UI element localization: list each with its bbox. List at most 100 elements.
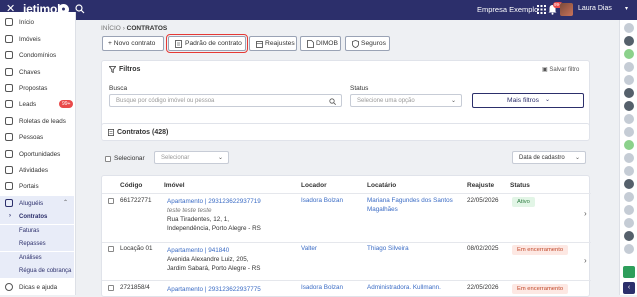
user-avatar[interactable] xyxy=(560,3,573,16)
more-filters-label: Mais filtros xyxy=(507,97,539,104)
shield-icon xyxy=(352,40,359,48)
tenant-link-line1[interactable]: Administradora. Kullmann. xyxy=(367,284,441,293)
sidebar-item-portais[interactable]: Portais xyxy=(0,179,74,194)
main-content: INÍCIO › CONTRATOS + Novo contrato Padrã… xyxy=(101,20,591,297)
row-code: 661722771 xyxy=(120,197,152,204)
sidebar-item-roletas[interactable]: Roletas de leads xyxy=(0,114,74,129)
property-link[interactable]: Apartamento | 941840 xyxy=(167,247,229,256)
landlord-link[interactable]: Isadora Bolzan xyxy=(301,197,343,206)
sidebar-item-chaves[interactable]: Chaves xyxy=(0,65,74,80)
sidebar-item-dicas[interactable]: Dicas e ajuda xyxy=(0,280,74,295)
sidebar-item-leads[interactable]: Leads 99+ xyxy=(0,97,74,112)
adjustments-button[interactable]: Reajustes xyxy=(249,36,297,51)
select-all-checkbox[interactable] xyxy=(105,156,111,162)
column-header-landlord[interactable]: Locador xyxy=(301,182,327,189)
table-header: Código Imóvel Locador Locatário Reajuste… xyxy=(102,176,591,192)
sidebar-item-pessoas[interactable]: Pessoas xyxy=(0,130,74,145)
chat-button-icon[interactable] xyxy=(623,266,635,278)
adjustment-date: 22/05/2026 xyxy=(467,284,499,291)
default-contract-button[interactable]: Padrão de contrato xyxy=(166,34,248,53)
dimob-label: DIMOB xyxy=(316,40,338,47)
contact-avatar[interactable] xyxy=(624,62,634,72)
sidebar-item-propostas[interactable]: Propostas xyxy=(0,81,74,96)
insurance-button[interactable]: Seguros xyxy=(345,36,390,51)
search-input[interactable]: Busque por código imóvel ou pessoa xyxy=(109,94,342,107)
chevron-right-icon[interactable]: › xyxy=(584,209,587,218)
home-icon xyxy=(5,18,13,26)
contact-avatar[interactable] xyxy=(624,101,634,111)
dimob-button[interactable]: DIMOB xyxy=(300,36,341,51)
contact-avatar[interactable] xyxy=(624,244,634,254)
tenant-link-line1[interactable]: Thiago Silveira xyxy=(367,245,409,254)
property-link[interactable]: Apartamento | 293123622937775 xyxy=(167,286,261,295)
search-label: Busca xyxy=(109,85,128,92)
chevron-right-icon[interactable]: › xyxy=(584,256,587,265)
contact-avatar[interactable] xyxy=(624,179,634,189)
sidebar-item-atividades[interactable]: Atividades xyxy=(0,163,74,178)
contact-avatar[interactable] xyxy=(624,192,634,202)
contact-avatar[interactable] xyxy=(624,218,634,228)
sidebar-item-label: Aluguéis xyxy=(19,200,44,207)
contact-avatar[interactable] xyxy=(624,88,634,98)
sort-select[interactable]: Data de cadastro ⌄ xyxy=(512,151,586,164)
sidebar-item-imoveis[interactable]: Imóveis xyxy=(0,32,74,47)
key-icon xyxy=(5,68,13,76)
landlord-link[interactable]: Isadora Bolzan xyxy=(301,284,343,293)
contact-avatar[interactable] xyxy=(624,127,634,137)
row-checkbox[interactable] xyxy=(108,285,114,291)
property-link[interactable]: Apartamento | 293123622937719 xyxy=(167,198,261,207)
company-name[interactable]: Empresa Exemplo xyxy=(477,5,538,14)
sidebar-item-oportunidades[interactable]: Oportunidades xyxy=(0,147,74,162)
row-checkbox[interactable] xyxy=(108,246,114,252)
chevron-down-icon[interactable]: ▾ xyxy=(625,5,628,12)
contact-avatar[interactable] xyxy=(624,49,634,59)
contact-avatar[interactable] xyxy=(624,36,634,46)
roulette-icon xyxy=(5,117,13,125)
breadcrumb-root[interactable]: INÍCIO xyxy=(101,25,121,32)
column-header-code[interactable]: Código xyxy=(120,182,142,189)
contact-avatar[interactable] xyxy=(624,166,634,176)
more-filters-button[interactable]: Mais filtros ⌄ xyxy=(472,93,584,108)
tenant-link-line1[interactable]: Mariana Fagundes dos Santos xyxy=(367,197,453,206)
status-select[interactable]: Selecione uma opção ⌄ xyxy=(350,94,462,107)
save-filter-button[interactable]: ▣ Salvar filtro xyxy=(542,66,579,73)
user-name[interactable]: Laura Dias xyxy=(578,5,612,12)
document-icon xyxy=(175,40,182,48)
sidebar-subitem-regua[interactable]: Régua de cobrança xyxy=(0,265,74,278)
sidebar-item-label: Imóveis xyxy=(19,36,41,43)
sidebar-subitem-repasses[interactable]: Repasses xyxy=(0,238,74,251)
contact-avatar[interactable] xyxy=(624,205,634,215)
select-all-label: Selecionar xyxy=(114,155,145,162)
table-row[interactable]: 661722771 Apartamento | 293123622937719 … xyxy=(102,194,591,240)
sidebar-item-inicio[interactable]: Início xyxy=(0,15,74,30)
column-header-tenant[interactable]: Locatário xyxy=(367,182,396,189)
contact-avatar[interactable] xyxy=(624,231,634,241)
bulk-action-select[interactable]: Selecionar ⌄ xyxy=(154,151,229,164)
sidebar-subitem-faturas[interactable]: Faturas xyxy=(0,225,74,238)
contact-avatar[interactable] xyxy=(624,140,634,150)
new-contract-button[interactable]: + Novo contrato xyxy=(102,36,164,51)
collapse-icon[interactable]: ‹ xyxy=(623,282,635,294)
sidebar-item-alugueis[interactable]: Aluguéis ⌃ xyxy=(0,196,74,211)
contact-avatar[interactable] xyxy=(624,75,634,85)
adjustments-label: Reajustes xyxy=(265,40,295,47)
column-header-status[interactable]: Status xyxy=(510,182,530,189)
sidebar-subitem-contratos[interactable]: › Contratos xyxy=(0,211,74,224)
row-checkbox[interactable] xyxy=(108,198,114,204)
breadcrumb-separator: › xyxy=(122,25,125,32)
sidebar-subitem-analises[interactable]: Análises xyxy=(0,252,74,265)
contact-avatar[interactable] xyxy=(624,153,634,163)
sidebar-item-label: Dicas e ajuda xyxy=(19,284,58,291)
insurance-label: Seguros xyxy=(361,40,386,47)
sidebar-item-condominios[interactable]: Condomínios xyxy=(0,48,74,63)
table-row[interactable]: Locação 01 Apartamento | 941840 Avenida … xyxy=(102,242,591,280)
column-header-adjustment[interactable]: Reajuste xyxy=(467,182,494,189)
sidebar-subitem-label: Repasses xyxy=(19,241,46,247)
apps-grid-icon[interactable] xyxy=(537,5,546,14)
landlord-link[interactable]: Valter xyxy=(301,245,317,254)
search-icon[interactable] xyxy=(75,4,85,14)
column-header-property[interactable]: Imóvel xyxy=(164,182,185,189)
contact-avatar[interactable] xyxy=(624,23,634,33)
contact-avatar[interactable] xyxy=(624,114,634,124)
tenant-link-line2[interactable]: Magalhães xyxy=(367,206,398,215)
